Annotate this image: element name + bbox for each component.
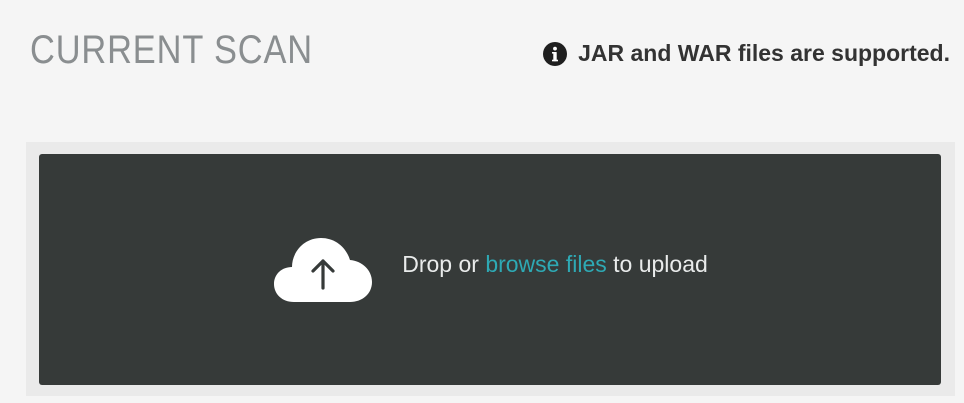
drop-prefix-text: Drop or: [402, 251, 479, 277]
supported-files-text: JAR and WAR files are supported.: [578, 40, 950, 66]
info-circle-icon: [543, 41, 568, 66]
browse-files-link[interactable]: browse files: [485, 251, 606, 277]
file-dropzone[interactable]: Drop or browse files to upload: [39, 154, 941, 385]
supported-files-note: JAR and WAR files are supported.: [542, 40, 950, 67]
page-title: CURRENT SCAN: [30, 28, 314, 72]
upload-area-frame: Drop or browse files to upload: [26, 142, 955, 396]
current-scan-page: CURRENT SCAN JAR and WAR files are suppo…: [0, 0, 964, 403]
drop-instruction: Drop or browse files to upload: [402, 251, 708, 278]
cloud-upload-icon: [274, 237, 373, 302]
drop-suffix-text: to upload: [613, 251, 708, 277]
